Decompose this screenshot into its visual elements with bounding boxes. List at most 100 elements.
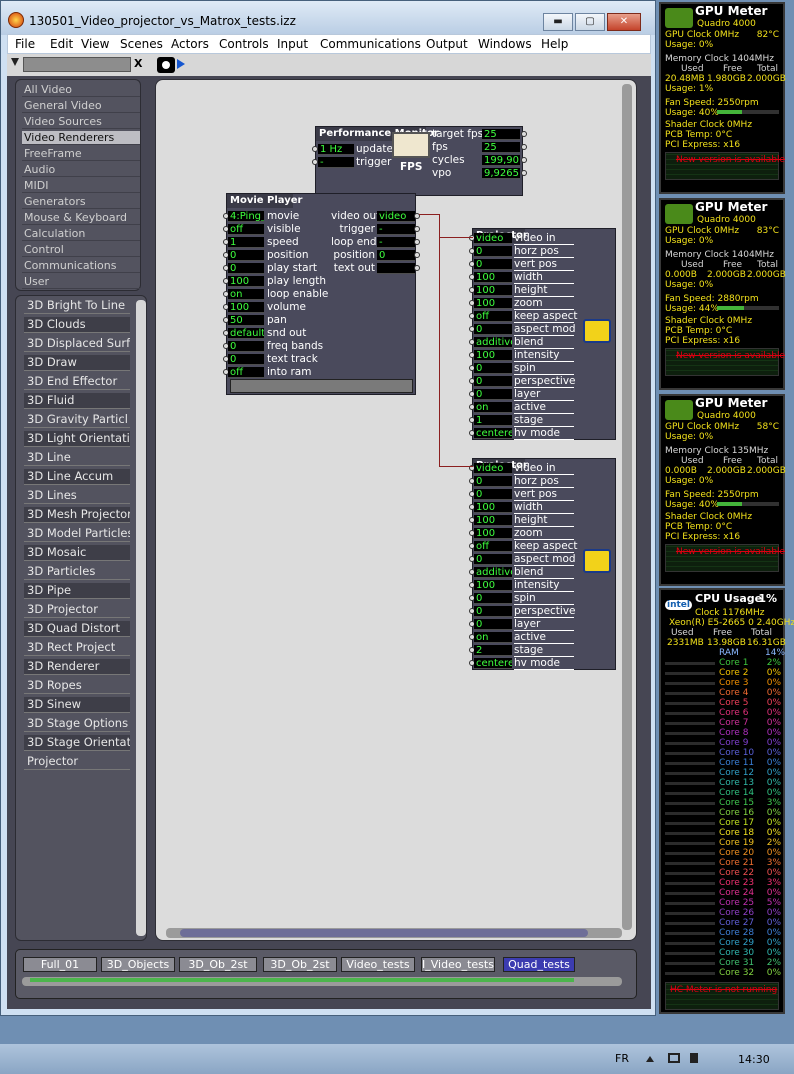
projector-input-value[interactable]: video [474,233,512,244]
category-control[interactable]: Control [22,243,140,257]
category-video-renderers[interactable]: Video Renderers [22,131,140,145]
actor-item[interactable]: 3D Mosaic [24,545,130,561]
menu-controls[interactable]: Controls [219,37,269,51]
projector-input-value[interactable]: additive [474,567,512,578]
category-mouse-keyboard[interactable]: Mouse & Keyboard [22,211,140,225]
clock[interactable]: 14:30 [738,1053,770,1066]
actor-item[interactable]: 3D Sinew [24,697,130,713]
maximize-button[interactable]: ▢ [575,13,605,31]
movie-input-value[interactable]: 0 [228,250,264,261]
performance-monitor-actor[interactable]: Performance Monitor 1 Hz update - trigger FPS… [312,126,527,196]
movie-input-value[interactable]: 0 [228,263,264,274]
menu-help[interactable]: Help [541,37,568,51]
movie-input-value[interactable]: off [228,224,264,235]
close-button[interactable]: ✕ [607,13,641,31]
projector-input-value[interactable]: 0 [474,593,512,604]
scene-tab[interactable]: 3D_Ob_2st [179,957,257,972]
actor-item[interactable]: 3D Line Accum [24,469,130,485]
category-midi[interactable]: MIDI [22,179,140,193]
actor-item[interactable]: 3D Gravity Particl [24,412,130,428]
camera-icon[interactable] [157,57,175,73]
actor-item[interactable]: 3D End Effector [24,374,130,390]
projector-input-value[interactable]: off [474,541,512,552]
projector-input-value[interactable]: 0 [474,324,512,335]
menu-file[interactable]: File [15,37,35,51]
scene-tab[interactable]: Full_01 [23,957,97,972]
projector-input-value[interactable]: 0 [474,389,512,400]
projector-input-value[interactable]: 0 [474,476,512,487]
movie-input-value[interactable]: 0 [228,341,264,352]
projector-input-value[interactable]: on [474,632,512,643]
projector-input-value[interactable]: additive [474,337,512,348]
movie-input-value[interactable]: 1 [228,237,264,248]
category-user[interactable]: User [22,275,140,289]
projector-input-value[interactable]: 100 [474,298,512,309]
scene-tab[interactable]: I_Video_tests [421,957,495,972]
actor-item[interactable]: 3D Ropes [24,678,130,694]
projector-input-value[interactable]: 0 [474,246,512,257]
actor-item[interactable]: Projector [24,754,130,770]
movie-input-value[interactable]: 4:Ping_ [228,211,264,222]
actor-item[interactable]: 3D Displaced Surf [24,336,130,352]
menu-view[interactable]: View [81,37,109,51]
actor-list-scrollbar[interactable] [136,300,146,936]
projector-input-value[interactable]: 100 [474,350,512,361]
movie-input-value[interactable]: 100 [228,302,264,313]
menu-communications[interactable]: Communications [320,37,421,51]
title-bar[interactable]: 130501_Video_projector_vs_Matrox_tests.i… [1,1,655,35]
movie-input-value[interactable]: off [228,367,264,378]
projector-input-value[interactable]: 0 [474,259,512,270]
patch-editor[interactable]: Performance Monitor 1 Hz update - trigger FPS… [155,79,637,941]
projector-input-value[interactable]: 1 [474,415,512,426]
projector-input-value[interactable]: 2 [474,645,512,656]
projector-actor[interactable]: Projectorvideovideo in0horz pos0vert pos… [469,458,616,670]
projector-input-value[interactable]: video [474,463,512,474]
output-port[interactable] [521,170,527,176]
new-version-link[interactable]: New version is available [676,547,785,557]
editor-h-scrollbar[interactable] [166,928,622,938]
category-calculation[interactable]: Calculation [22,227,140,241]
volume-icon[interactable] [690,1053,698,1063]
projector-input-value[interactable]: 100 [474,528,512,539]
actor-item[interactable]: 3D Rect Project [24,640,130,656]
output-port[interactable] [521,131,527,137]
projector-input-value[interactable]: 0 [474,376,512,387]
projector-input-value[interactable]: 0 [474,619,512,630]
output-port[interactable] [414,226,420,232]
language-indicator[interactable]: FR [615,1052,629,1065]
movie-input-value[interactable]: 0 [228,354,264,365]
new-version-link[interactable]: New version is available [676,351,785,361]
scene-tab[interactable]: 3D_Objects [101,957,175,972]
menu-edit[interactable]: Edit [50,37,73,51]
category-communications[interactable]: Communications [22,259,140,273]
scene-tab[interactable]: Video_tests [341,957,415,972]
menu-output[interactable]: Output [426,37,468,51]
output-port[interactable] [414,252,420,258]
movie-player-actor[interactable]: Movie Player 4:Ping_ movie off visible 1 speed… [223,193,420,395]
movie-input-value[interactable]: 100 [228,276,264,287]
menu-scenes[interactable]: Scenes [120,37,163,51]
actor-item[interactable]: 3D Lines [24,488,130,504]
scene-tab[interactable]: Quad_tests [503,957,575,972]
menu-input[interactable]: Input [277,37,308,51]
actor-item[interactable]: 3D Model Particles [24,526,130,542]
projector-actor[interactable]: Projectorvideovideo in0horz pos0vert pos… [469,228,616,440]
menu-actors[interactable]: Actors [171,37,209,51]
actor-item[interactable]: 3D Clouds [24,317,130,333]
perf-input-value[interactable]: - [318,157,354,168]
movie-input-value[interactable]: default [228,328,264,339]
scene-tab[interactable]: 3D_Ob_2st [263,957,337,972]
projector-input-value[interactable]: off [474,311,512,322]
category-general-video[interactable]: General Video [22,99,140,113]
category-video-sources[interactable]: Video Sources [22,115,140,129]
output-port[interactable] [414,265,420,271]
output-port[interactable] [521,144,527,150]
actor-item[interactable]: 3D Renderer [24,659,130,675]
projector-input-value[interactable]: centere [474,428,512,439]
projector-input-value[interactable]: 0 [474,606,512,617]
menu-windows[interactable]: Windows [478,37,532,51]
clear-search-button[interactable]: X [134,57,146,72]
h-scroll-thumb[interactable] [180,929,588,937]
actor-item[interactable]: 3D Quad Distort [24,621,130,637]
actor-item[interactable]: 3D Stage Options [24,716,130,732]
